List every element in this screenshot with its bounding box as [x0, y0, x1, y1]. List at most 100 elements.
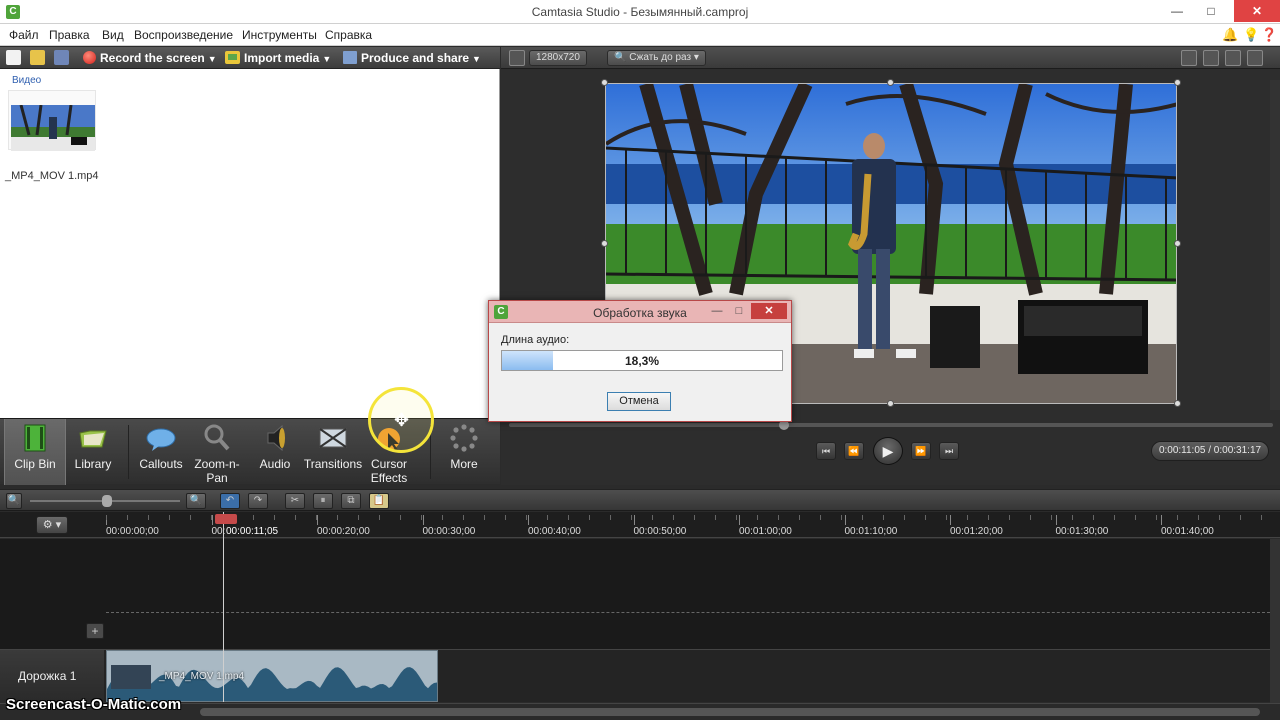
- rewind-icon[interactable]: ⏪: [844, 442, 864, 460]
- preview-timecode: 0:00:11:05 / 0:00:31:17: [1151, 441, 1269, 461]
- maximize-button[interactable]: □: [1194, 0, 1228, 22]
- ruler-minor-tick: [1009, 515, 1010, 520]
- dialog-minimize-button[interactable]: —: [705, 303, 729, 319]
- help-icon[interactable]: ❓: [1261, 27, 1277, 43]
- menu-edit[interactable]: Правка: [49, 28, 90, 42]
- close-button[interactable]: ✕: [1234, 0, 1280, 22]
- audio-length-label: Длина аудио:: [501, 334, 570, 346]
- skip-back-icon[interactable]: ⏮: [816, 442, 836, 460]
- clip-thumbnail[interactable]: [8, 90, 96, 151]
- scrollbar-thumb[interactable]: [200, 708, 1260, 716]
- ruler-tick: [1161, 515, 1162, 525]
- ruler-minor-tick: [1198, 515, 1199, 520]
- import-media-button[interactable]: Import media ▼: [225, 51, 331, 65]
- canvas-size-icon[interactable]: [509, 50, 525, 66]
- timeline-zoom-slider[interactable]: [30, 495, 180, 507]
- dialog-title-bar: C Обработка звука — □ ✕: [489, 301, 791, 323]
- ruler-minor-tick: [253, 515, 254, 520]
- resize-handle[interactable]: [601, 79, 608, 86]
- add-track-button[interactable]: +: [86, 623, 104, 639]
- zoom-out-icon[interactable]: 🔍: [6, 493, 22, 509]
- cancel-button[interactable]: Отмена: [607, 392, 671, 411]
- track-lane[interactable]: _MP4_MOV 1.mp4: [104, 649, 1280, 702]
- ruler-label: 00:00:50;00: [633, 526, 687, 537]
- tab-zoom-n-pan[interactable]: Zoom-n- Pan: [186, 419, 248, 485]
- minimize-button[interactable]: —: [1160, 0, 1194, 22]
- tab-audio[interactable]: Audio: [244, 419, 306, 485]
- save-icon[interactable]: [54, 50, 69, 65]
- dialog-maximize-button[interactable]: □: [727, 303, 751, 319]
- ruler-label: 00:01:40;00: [1161, 526, 1214, 537]
- ruler-label: 00:01:30;00: [1055, 526, 1109, 537]
- clip-name[interactable]: _MP4_MOV 1.mp4: [5, 170, 99, 182]
- preview-scrubber[interactable]: [509, 420, 1273, 430]
- track-drop-line: [106, 612, 1280, 613]
- ruler-minor-tick: [904, 515, 905, 520]
- open-folder-icon[interactable]: [30, 50, 45, 65]
- menu-playback[interactable]: Воспроизведение: [134, 28, 233, 42]
- gear-icon[interactable]: ⚙ ▾: [36, 516, 68, 534]
- skip-forward-icon[interactable]: ⏭: [939, 442, 959, 460]
- fullscreen-icon[interactable]: [1225, 50, 1241, 66]
- tab-transitions[interactable]: Transitions: [302, 419, 364, 485]
- ruler-minor-tick: [736, 515, 737, 520]
- resize-handle[interactable]: [1174, 240, 1181, 247]
- paste-icon[interactable]: 📋: [369, 493, 389, 509]
- fast-forward-icon[interactable]: ⏩: [911, 442, 931, 460]
- timeline-ruler[interactable]: 00:00:00;00 00: 00:00:20;00 00:00:30;00 00:0…: [0, 512, 1280, 538]
- ruler-label: 00:01:20;00: [950, 526, 1003, 537]
- zoom-in-icon[interactable]: 🔍: [186, 493, 206, 509]
- lightbulb-icon[interactable]: 💡: [1243, 27, 1259, 43]
- tab-more[interactable]: More: [433, 419, 495, 485]
- crop-icon[interactable]: [1181, 50, 1197, 66]
- ruler-minor-tick: [925, 515, 926, 520]
- play-button[interactable]: ▶: [873, 437, 903, 465]
- ruler-minor-tick: [715, 515, 716, 520]
- menu-view[interactable]: Вид: [102, 28, 124, 42]
- resize-handle[interactable]: [887, 400, 894, 407]
- produce-share-button[interactable]: Produce and share ▼: [343, 51, 481, 65]
- copy-icon[interactable]: ⧉: [341, 493, 361, 509]
- zoom-dropdown[interactable]: 🔍 Сжать до раз ▾: [607, 50, 706, 66]
- ruler-minor-tick: [1072, 515, 1073, 520]
- record-screen-button[interactable]: Record the screen ▼: [83, 51, 217, 65]
- split-icon[interactable]: ⏸: [313, 493, 333, 509]
- resize-handle[interactable]: [1174, 400, 1181, 407]
- tab-callouts[interactable]: Callouts: [130, 419, 192, 485]
- playhead-handle[interactable]: [215, 514, 237, 524]
- resize-handle[interactable]: [887, 79, 894, 86]
- menu-file[interactable]: Файл: [9, 28, 39, 42]
- ruler-minor-tick: [1156, 515, 1157, 520]
- preview-toolbar: 1280x720 🔍 Сжать до раз ▾: [501, 47, 1280, 69]
- bell-icon[interactable]: 🔔: [1222, 27, 1238, 43]
- ruler-minor-tick: [778, 515, 779, 520]
- new-project-icon[interactable]: [6, 50, 21, 65]
- dimensions-dropdown[interactable]: 1280x720: [529, 50, 587, 66]
- ruler-minor-tick: [757, 515, 758, 520]
- ruler-minor-tick: [1240, 515, 1241, 520]
- resize-handle[interactable]: [1174, 79, 1181, 86]
- tab-library[interactable]: Library: [62, 419, 124, 485]
- speech-bubble-icon: [146, 423, 176, 453]
- timeline-horizontal-scrollbar[interactable]: [0, 703, 1280, 720]
- undo-icon[interactable]: ↶: [220, 493, 240, 509]
- resize-handle[interactable]: [601, 240, 608, 247]
- pan-hand-icon[interactable]: [1203, 50, 1219, 66]
- ruler-tick: [739, 515, 740, 525]
- detach-icon[interactable]: [1247, 50, 1263, 66]
- dialog-close-button[interactable]: ✕: [751, 303, 787, 319]
- redo-icon[interactable]: ↷: [248, 493, 268, 509]
- timeline-scrollbar[interactable]: [1270, 539, 1280, 703]
- menu-tools[interactable]: Инструменты: [242, 28, 317, 42]
- empty-track-area[interactable]: [0, 539, 1280, 647]
- dots-circle-icon: [449, 423, 479, 453]
- menu-help[interactable]: Справка: [325, 28, 372, 42]
- track-header[interactable]: Дорожка 1: [0, 649, 104, 702]
- ruler-tick: [1055, 515, 1057, 525]
- cut-icon[interactable]: ✂: [285, 493, 305, 509]
- ruler-minor-tick: [610, 515, 611, 520]
- zoom-slider-knob[interactable]: [102, 495, 112, 507]
- timeline-clip[interactable]: _MP4_MOV 1.mp4: [106, 650, 438, 702]
- preview-scrollbar[interactable]: [1270, 80, 1280, 410]
- tab-clip-bin[interactable]: Clip Bin: [4, 419, 66, 485]
